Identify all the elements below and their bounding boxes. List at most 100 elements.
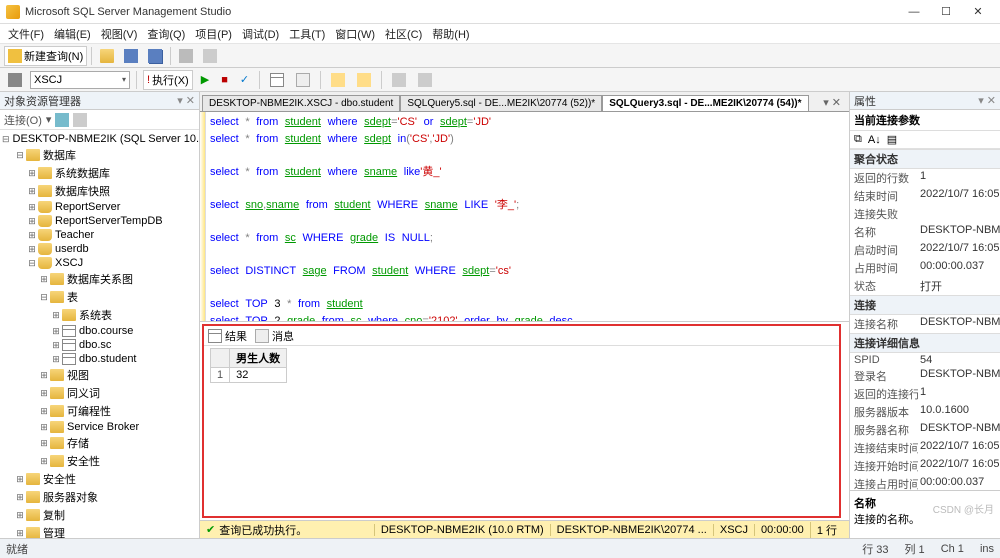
categorize-icon[interactable]: ⧉: [854, 133, 862, 146]
tab-close-icon[interactable]: ▾ ✕: [817, 94, 847, 111]
node-userdb[interactable]: userdb: [55, 243, 89, 255]
menu-window[interactable]: 窗口(W): [331, 24, 379, 44]
node-databases[interactable]: 数据库: [43, 147, 76, 163]
folder-icon: [26, 149, 40, 161]
cat-aggregate[interactable]: 聚合状态: [850, 149, 1000, 169]
text-button[interactable]: [292, 71, 314, 89]
indent-icon: [392, 73, 406, 87]
object-explorer-panel: 对象资源管理器 ▾ ✕ 连接(O)▾ ⊟DESKTOP-NBME2IK (SQL…: [0, 92, 200, 538]
folder-icon: [50, 421, 64, 433]
properties-panel: 属性 ▾ ✕ 当前连接参数 ⧉ A↓ ▤ 聚合状态 返回的行数1 结束时间202…: [850, 92, 1000, 538]
node-replication[interactable]: 复制: [43, 507, 65, 523]
main-toolbar: 新建查询(N): [0, 44, 1000, 68]
cat-connection[interactable]: 连接: [850, 295, 1000, 315]
debug-button[interactable]: ▶: [197, 71, 213, 88]
props-button[interactable]: [199, 47, 221, 65]
menu-tools[interactable]: 工具(T): [285, 24, 329, 44]
node-sysdb[interactable]: 系统数据库: [55, 165, 110, 181]
status-line: 行 33: [862, 541, 888, 557]
connection-button[interactable]: [4, 71, 26, 89]
connect-label[interactable]: 连接(O): [4, 112, 42, 128]
node-security-db[interactable]: 安全性: [67, 453, 100, 469]
maximize-button[interactable]: ☐: [930, 2, 962, 22]
comment-button[interactable]: [327, 71, 349, 89]
new-query-button[interactable]: 新建查询(N): [4, 46, 87, 66]
prop-page-icon[interactable]: ▤: [887, 133, 897, 146]
results-tabs: 结果 消息: [204, 326, 839, 346]
execute-button[interactable]: ! 执行(X): [143, 70, 193, 90]
app-icon: [6, 5, 20, 19]
activity-button[interactable]: [175, 47, 197, 65]
menu-project[interactable]: 项目(P): [191, 24, 236, 44]
node-views[interactable]: 视图: [67, 367, 89, 383]
node-security[interactable]: 安全性: [43, 471, 76, 487]
close-button[interactable]: ✕: [962, 2, 994, 22]
database-icon: [38, 257, 52, 269]
node-synonyms[interactable]: 同义词: [67, 385, 100, 401]
alpha-sort-icon[interactable]: A↓: [868, 134, 881, 146]
menu-debug[interactable]: 调试(D): [238, 24, 283, 44]
menu-file[interactable]: 文件(F): [4, 24, 48, 44]
folder-icon: [100, 49, 114, 63]
tab-sqlquery3[interactable]: SQLQuery3.sql - DE...ME2IK\20774 (54))*: [602, 95, 808, 111]
menu-view[interactable]: 视图(V): [97, 24, 142, 44]
object-explorer-title: 对象资源管理器: [4, 93, 81, 109]
grid-button[interactable]: [266, 71, 288, 89]
sql-editor[interactable]: select * from student where sdept='CS' o…: [206, 112, 849, 321]
status-db: XSCJ: [713, 524, 754, 536]
tab-sqlquery5[interactable]: SQLQuery5.sql - DE...ME2IK\20774 (52))*: [400, 95, 602, 111]
node-management[interactable]: 管理: [43, 525, 65, 538]
minimize-button[interactable]: —: [898, 2, 930, 22]
object-explorer-tree[interactable]: ⊟DESKTOP-NBME2IK (SQL Server 10.0.160 ⊟数…: [0, 130, 199, 538]
results-tab-messages[interactable]: 消息: [255, 328, 294, 344]
server-node[interactable]: DESKTOP-NBME2IK (SQL Server 10.0.160: [13, 133, 199, 145]
node-xscj[interactable]: XSCJ: [55, 257, 83, 269]
node-snapshot[interactable]: 数据库快照: [55, 183, 110, 199]
success-icon: ✔: [206, 523, 215, 536]
node-serverobjects[interactable]: 服务器对象: [43, 489, 98, 505]
results-grid[interactable]: 男生人数 132: [204, 346, 839, 516]
uncomment-button[interactable]: [353, 71, 375, 89]
cat-detail[interactable]: 连接详细信息: [850, 333, 1000, 353]
new-query-icon: [8, 49, 22, 63]
node-storage[interactable]: 存储: [67, 435, 89, 451]
node-sc[interactable]: dbo.sc: [79, 339, 111, 351]
filter-icon[interactable]: [73, 113, 87, 127]
node-rstemp[interactable]: ReportServerTempDB: [55, 215, 163, 227]
panel-close-icon[interactable]: ▾ ✕: [978, 94, 996, 107]
indent-button[interactable]: [388, 71, 410, 89]
menu-help[interactable]: 帮助(H): [428, 24, 473, 44]
stop-button[interactable]: ■: [217, 72, 232, 88]
folder-icon: [38, 167, 52, 179]
node-course[interactable]: dbo.course: [79, 325, 133, 337]
col-header[interactable]: 男生人数: [230, 349, 287, 368]
node-teacher[interactable]: Teacher: [55, 229, 94, 241]
save-button[interactable]: [120, 47, 142, 65]
tab-dbo-student[interactable]: DESKTOP-NBME2IK.XSCJ - dbo.student: [202, 95, 400, 111]
parse-button[interactable]: ✓: [236, 71, 253, 88]
node-student[interactable]: dbo.student: [79, 353, 137, 365]
node-systables[interactable]: 系统表: [79, 307, 112, 323]
menu-community[interactable]: 社区(C): [381, 24, 426, 44]
save-all-icon: [148, 49, 162, 63]
results-tab-results[interactable]: 结果: [208, 328, 247, 344]
uncomment-icon: [357, 73, 371, 87]
outdent-button[interactable]: [414, 71, 436, 89]
open-button[interactable]: [96, 47, 118, 65]
node-tables[interactable]: 表: [67, 289, 78, 305]
save-all-button[interactable]: [144, 47, 166, 65]
properties-grid[interactable]: 聚合状态 返回的行数1 结束时间2022/10/7 16:05:14 连接失败 …: [850, 149, 1000, 490]
panel-pin-icon[interactable]: ▾ ✕: [177, 94, 195, 107]
table-row[interactable]: 132: [211, 368, 287, 383]
stop-icon: ■: [221, 74, 228, 86]
menu-edit[interactable]: 编辑(E): [50, 24, 95, 44]
node-rs[interactable]: ReportServer: [55, 201, 120, 213]
node-diagrams[interactable]: 数据库关系图: [67, 271, 133, 287]
refresh-icon[interactable]: [55, 113, 69, 127]
results-area: 结果 消息 男生人数 132: [202, 324, 841, 518]
node-servicebroker[interactable]: Service Broker: [67, 421, 139, 433]
node-programmability[interactable]: 可编程性: [67, 403, 111, 419]
database-combo[interactable]: XSCJ ▾: [30, 71, 130, 89]
wrench-icon: [203, 49, 217, 63]
menu-query[interactable]: 查询(Q): [143, 24, 189, 44]
